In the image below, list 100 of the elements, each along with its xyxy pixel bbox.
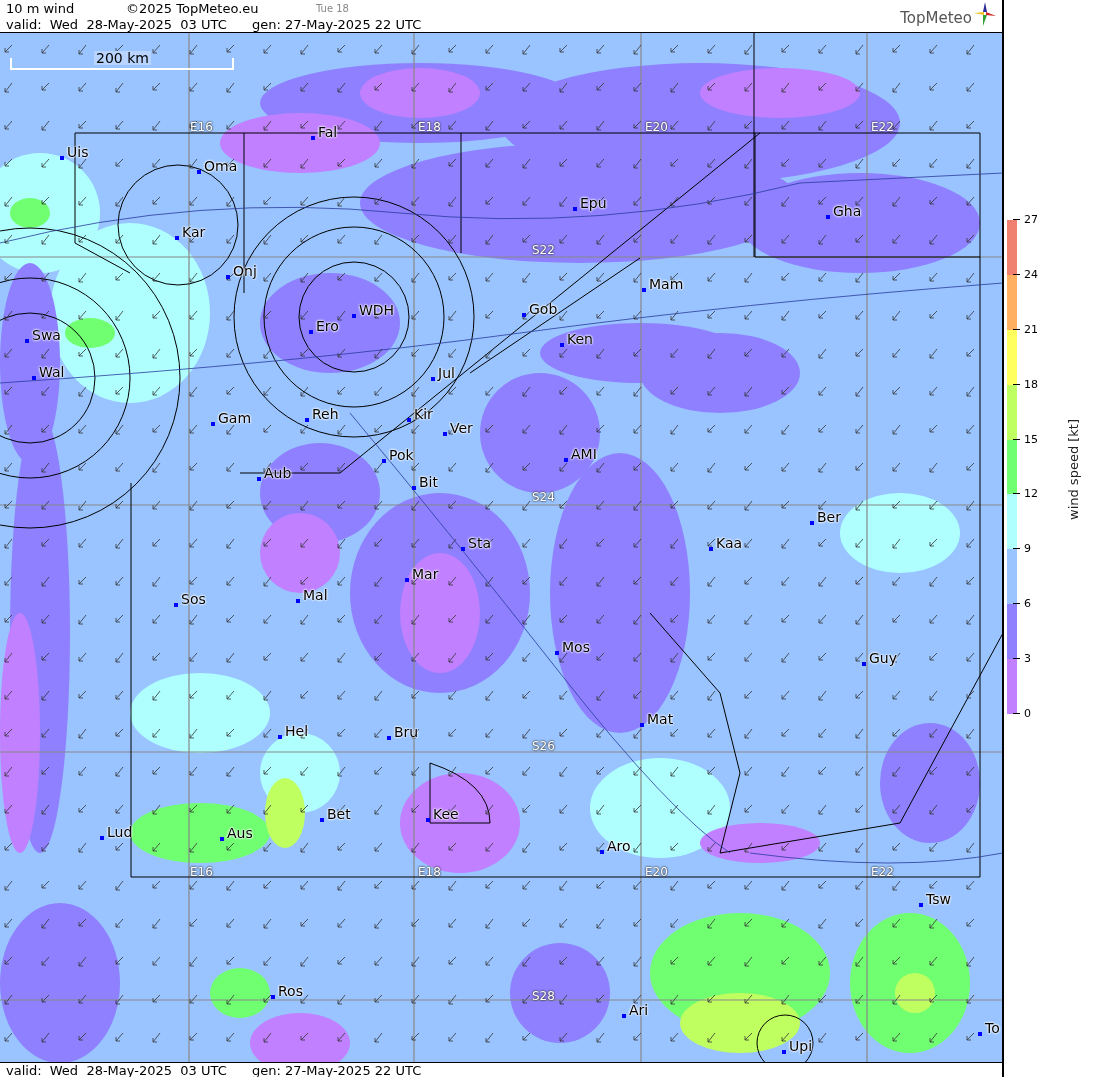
place-marker [175,236,179,240]
place-marker [978,1032,982,1036]
grid-label: S22 [532,244,555,256]
tick-mark [1013,658,1020,660]
place-name: Fal [318,125,338,139]
day-label: Tue 18 [316,2,349,14]
generated-time: gen: 27-May-2025 22 UTC [252,1062,422,1077]
place-name: Aro [607,839,631,853]
place-marker [278,735,282,739]
place-name: Wal [39,365,65,379]
generated-time: gen: 27-May-2025 22 UTC [252,16,422,32]
place-name: Gam [218,411,252,425]
grid-label: E16 [190,866,213,878]
place-name: Ros [278,984,303,998]
grid-label: E22 [871,121,894,133]
place-marker [443,432,447,436]
place-marker [573,207,577,211]
place-name: Hel [285,724,309,738]
place-marker [461,547,465,551]
grid-label: E20 [645,866,668,878]
place-marker [320,818,324,822]
tick-mark [1013,548,1020,550]
place-marker [555,651,559,655]
place-name: Swa [32,328,61,342]
scale-tick-label: 3 [1024,653,1031,665]
place-marker [709,547,713,551]
scale-tick-label: 9 [1024,543,1031,555]
grid-label: S26 [532,740,555,752]
place-marker [296,599,300,603]
place-marker [810,521,814,525]
place-marker [271,995,275,999]
place-marker [220,837,224,841]
place-marker [309,330,313,334]
place-name: Mam [649,277,684,291]
place-name: Ver [450,421,473,435]
tick-mark [1013,493,1020,495]
place-marker [311,136,315,140]
place-name: Ari [629,1003,649,1017]
place-marker [560,343,564,347]
place-name: Kar [182,225,206,239]
place-name: Oma [204,159,238,173]
place-marker [405,578,409,582]
place-name: Ber [817,510,841,524]
place-name: Aub [264,466,292,480]
place-marker [382,459,386,463]
place-marker [826,215,830,219]
place-marker [226,275,230,279]
place-marker [100,836,104,840]
place-marker [642,288,646,292]
place-marker [622,1014,626,1018]
place-name: Mos [562,640,590,654]
scale-label: 200 km [94,51,151,65]
tick-mark [1013,219,1020,220]
place-name: To [985,1021,1000,1035]
place-name: Mar [412,567,439,581]
place-marker [640,723,644,727]
place-marker [352,314,356,318]
place-marker [782,1050,786,1054]
legend-label: wind speed [kt] [1066,418,1081,520]
tick-mark [1013,438,1020,440]
copyright-text: ©2025 TopMeteo.eu [126,0,260,16]
place-marker [60,156,64,160]
place-marker [305,418,309,422]
place-marker [522,313,526,317]
place-marker [426,818,430,822]
logo-text: TopMeteo [900,11,972,26]
scale-tick-label: 27 [1024,214,1038,225]
place-name: Pok [389,448,414,462]
place-marker [862,662,866,666]
place-name: Uis [67,145,89,159]
place-name: Mat [647,712,674,726]
scale-tick-label: 24 [1024,268,1038,280]
grid-label: S24 [532,491,555,503]
grid-label: S28 [532,990,555,1002]
place-name: Bet [327,807,351,821]
place-name: Reh [312,407,339,421]
compass-star-icon [974,2,996,26]
scale-tick-label: 6 [1024,598,1031,610]
valid-time: valid: Wed 28-May-2025 03 UTC [6,1062,228,1077]
place-marker [564,458,568,462]
place-name: Bit [419,475,438,489]
place-name: WDH [359,303,395,317]
grid-label: E22 [871,866,894,878]
place-name: Guy [869,651,897,665]
grid-label: E18 [418,866,441,878]
place-marker [257,477,261,481]
place-name: Tsw [926,892,951,906]
place-name: Kee [433,807,459,821]
scale-tick-label: 15 [1024,433,1038,445]
tick-mark [1013,603,1020,605]
tick-mark [1013,383,1020,385]
scale-tick-label: 21 [1024,323,1038,335]
grid-label: E16 [190,121,213,133]
tick-mark [1013,713,1020,714]
place-name: Upi [789,1039,813,1053]
place-marker [387,736,391,740]
valid-time: valid: Wed 28-May-2025 03 UTC [6,16,228,32]
place-marker [25,339,29,343]
place-name: AMI [571,447,597,461]
grid-label: E18 [418,121,441,133]
